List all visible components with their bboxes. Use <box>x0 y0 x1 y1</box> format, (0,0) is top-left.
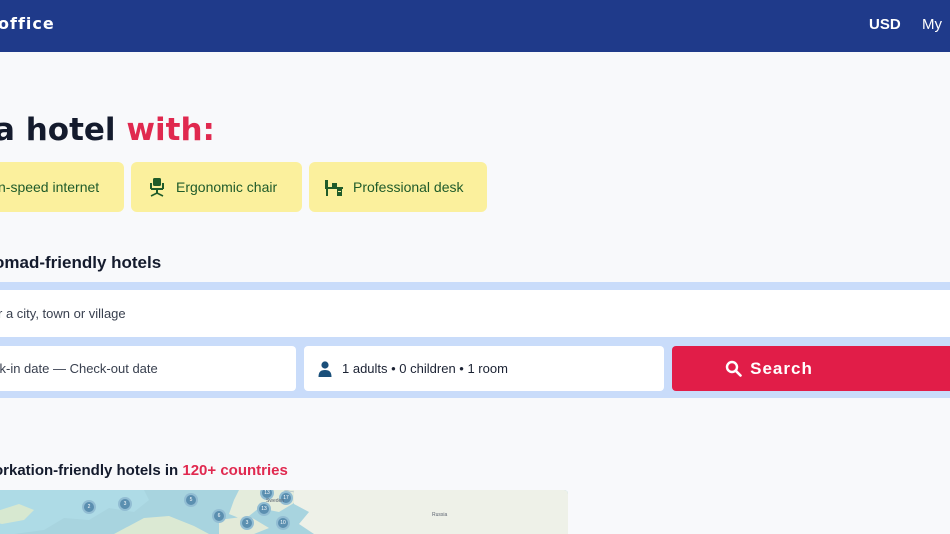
map-cluster-marker[interactable]: 10 <box>276 516 290 530</box>
amenity-chip-chair[interactable]: Ergonomic chair <box>131 162 302 212</box>
city-search-input[interactable] <box>0 290 950 337</box>
chair-icon <box>147 177 167 197</box>
headline-accent: with: <box>126 112 215 148</box>
search-button-label: Search <box>750 358 813 378</box>
guests-selector[interactable]: 1 adults • 0 children • 1 room <box>304 346 664 391</box>
amenity-label-desk: Professional desk <box>353 179 464 195</box>
date-range-field[interactable]: ck-in date — Check-out date <box>0 346 296 391</box>
top-navbar: office USD My <box>0 0 950 52</box>
amenity-chip-desk[interactable]: Professional desk <box>309 162 487 212</box>
map-label-russia: Russia <box>432 512 448 518</box>
hotels-map[interactable]: 2 3 5 6 3 13 17 10 13 Sweden Russia <box>0 490 568 534</box>
guests-summary: 1 adults • 0 children • 1 room <box>342 361 508 376</box>
map-cluster-marker[interactable]: 13 <box>257 502 271 516</box>
countries-section-title: orkation-friendly hotels in 120+ countri… <box>0 462 288 479</box>
search-section-title: omad-friendly hotels <box>0 253 162 272</box>
amenity-chip-internet[interactable]: n-speed internet <box>0 162 124 212</box>
brand-logo[interactable]: office <box>0 14 55 33</box>
map-label-sweden: Sweden <box>266 498 285 504</box>
search-button[interactable]: Search <box>672 346 950 391</box>
countries-count: 120+ countries <box>182 462 288 479</box>
desk-icon <box>324 177 344 197</box>
date-range-placeholder: ck-in date — Check-out date <box>0 361 158 376</box>
map-cluster-marker[interactable]: 6 <box>212 509 226 523</box>
currency-selector[interactable]: USD <box>869 16 901 33</box>
map-cluster-marker[interactable]: 3 <box>240 516 254 530</box>
map-cluster-marker[interactable]: 5 <box>184 493 198 507</box>
headline-prefix: a hotel <box>0 112 116 148</box>
map-cluster-marker[interactable]: 2 <box>82 500 96 514</box>
my-account-link[interactable]: My <box>922 16 942 33</box>
hero-headline: a hotel with: <box>0 112 215 148</box>
amenity-label-internet: n-speed internet <box>0 179 100 195</box>
countries-title-prefix: orkation-friendly hotels in <box>0 462 179 479</box>
search-icon <box>725 360 742 377</box>
person-icon <box>318 360 332 377</box>
amenity-label-chair: Ergonomic chair <box>176 179 278 195</box>
map-cluster-marker[interactable]: 3 <box>118 497 132 511</box>
